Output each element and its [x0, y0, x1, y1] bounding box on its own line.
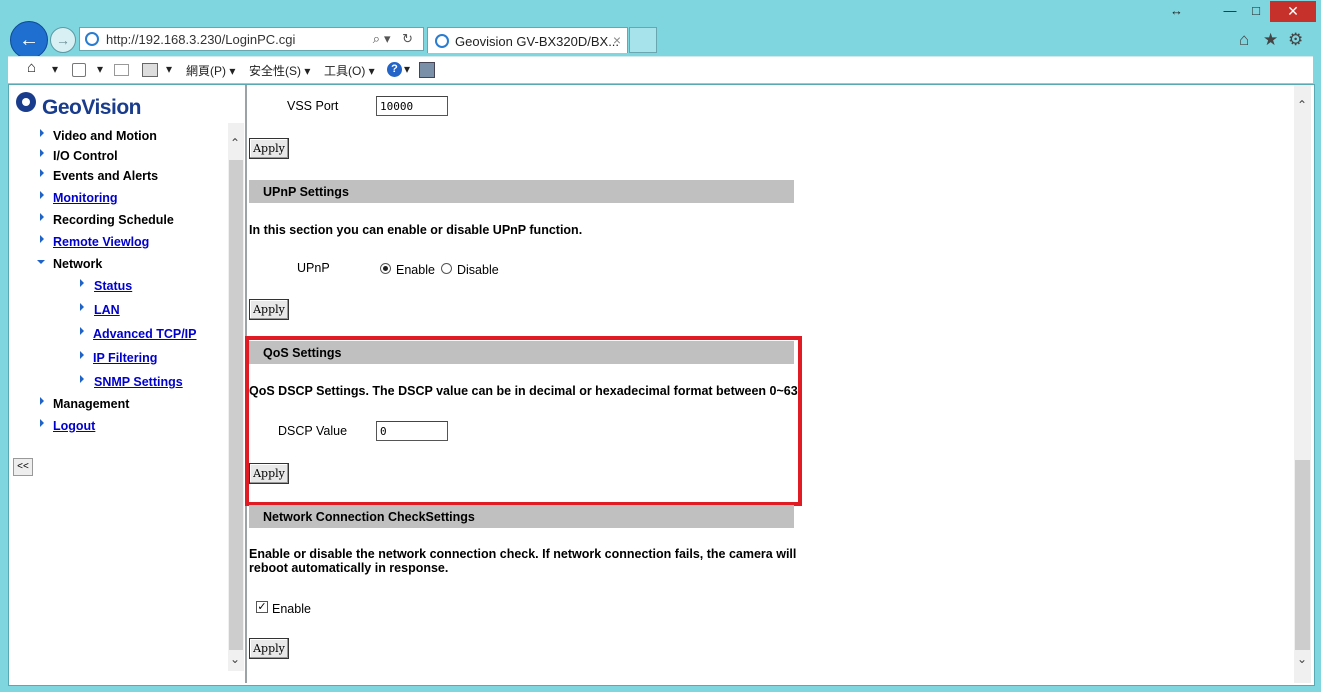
expand-triangle-icon	[40, 235, 44, 243]
upnp-label: UPnP	[297, 261, 330, 275]
tools-menu-label: 工具(O)	[324, 64, 366, 78]
expand-triangle-icon	[80, 375, 84, 383]
close-window-button[interactable]: ✕	[1270, 1, 1316, 22]
upnp-description: In this section you can enable or disabl…	[249, 223, 583, 237]
netcheck-enable-label: Enable	[272, 602, 311, 616]
expand-triangle-icon	[40, 129, 44, 137]
netcheck-enable-checkbox[interactable]: ✓	[256, 601, 268, 613]
resize-icon: ↔	[1170, 3, 1183, 18]
print-dropdown-icon[interactable]: ▾	[166, 62, 172, 76]
sidebar-item-management[interactable]: Management	[53, 397, 129, 411]
sidebar-item-io-control[interactable]: I/O Control	[53, 149, 118, 163]
expand-triangle-icon	[40, 169, 44, 177]
sidebar-item-remote-viewlog[interactable]: Remote Viewlog	[53, 235, 149, 249]
new-tab-button[interactable]	[629, 27, 657, 53]
ie-page-icon	[85, 32, 99, 46]
qos-highlight-box	[245, 336, 802, 506]
upnp-enable-label: Enable	[396, 263, 435, 277]
sidebar-item-recording-schedule[interactable]: Recording Schedule	[53, 213, 174, 227]
main-scroll-thumb[interactable]	[1295, 460, 1310, 650]
settings-icon[interactable]: ⚙	[1288, 30, 1303, 50]
favorites-icon[interactable]: ★	[1263, 30, 1278, 50]
chevron-down-icon: ▾	[304, 64, 311, 78]
expand-triangle-icon	[40, 191, 44, 199]
tab-close-icon[interactable]: ×	[613, 32, 621, 48]
back-button[interactable]: ←	[10, 21, 48, 59]
sidebar-item-video-motion[interactable]: Video and Motion	[53, 129, 157, 143]
ie-tab-icon	[435, 34, 449, 48]
expand-triangle-icon	[80, 303, 84, 311]
sidebar-item-snmp-settings[interactable]: SNMP Settings	[94, 375, 183, 389]
logo-text: GeoVision	[42, 96, 141, 119]
page-menu[interactable]: 網頁(P) ▾	[186, 62, 235, 79]
expand-triangle-icon	[40, 149, 44, 157]
sidebar-item-advanced-tcpip[interactable]: Advanced TCP/IP	[93, 327, 197, 341]
scroll-up-icon[interactable]: ⌃	[1297, 98, 1307, 112]
forward-arrow-icon: →	[56, 32, 70, 48]
chevron-down-icon: ▾	[368, 64, 375, 78]
tab-title: Geovision GV-BX320D/BX...	[455, 34, 620, 49]
help-dropdown-icon[interactable]: ▾	[404, 62, 410, 76]
expand-triangle-icon	[80, 279, 84, 287]
netcheck-description-line2: reboot automatically in response.	[249, 561, 449, 575]
geovision-logo-icon	[16, 92, 36, 112]
netcheck-description-line1: Enable or disable the network connection…	[249, 547, 797, 561]
mail-icon[interactable]	[114, 64, 129, 76]
tab-geovision[interactable]: Geovision GV-BX320D/BX... ×	[427, 27, 628, 53]
home-icon[interactable]: ⌂	[1239, 30, 1249, 50]
upnp-section-header: UPnP Settings	[249, 180, 794, 203]
sidebar-item-network[interactable]: Network	[53, 257, 102, 271]
back-arrow-icon: ←	[19, 28, 39, 51]
apply-button-upnp[interactable]: Apply	[249, 299, 289, 320]
upnp-enable-radio[interactable]	[380, 263, 391, 274]
sidebar-scroll-thumb[interactable]	[229, 160, 243, 650]
checkmark-icon: ✓	[257, 601, 267, 613]
expand-triangle-icon	[80, 351, 84, 359]
address-text[interactable]: http://192.168.3.230/LoginPC.cgi	[106, 32, 295, 47]
feeds-icon[interactable]	[72, 63, 86, 77]
expand-triangle-icon	[40, 419, 44, 427]
address-tools[interactable]: ⌕▾ ↻	[373, 31, 417, 47]
sidebar-item-monitoring[interactable]: Monitoring	[53, 191, 118, 205]
vss-port-label: VSS Port	[287, 99, 339, 113]
apply-button-vss[interactable]: Apply	[249, 138, 289, 159]
forward-button[interactable]: →	[50, 27, 76, 53]
chevron-down-icon: ▾	[229, 64, 236, 78]
sidebar-item-status[interactable]: Status	[94, 279, 132, 293]
tools-menu[interactable]: 工具(O) ▾	[324, 62, 375, 79]
safety-menu-label: 安全性(S)	[249, 64, 301, 78]
scroll-down-icon[interactable]: ⌄	[230, 652, 240, 666]
scroll-down-icon[interactable]: ⌄	[1297, 652, 1307, 666]
expand-triangle-icon	[40, 213, 44, 221]
sidebar-item-logout[interactable]: Logout	[53, 419, 95, 433]
vss-port-input[interactable]	[376, 96, 448, 116]
expand-triangle-icon	[40, 397, 44, 405]
help-icon[interactable]: ?	[387, 62, 402, 77]
collapse-sidebar-button[interactable]: <<	[13, 458, 33, 476]
netcheck-header-text: Network Connection CheckSettings	[263, 510, 475, 524]
home-dropdown-icon[interactable]: ▾	[52, 62, 58, 76]
feeds-dropdown-icon[interactable]: ▾	[97, 62, 103, 76]
sidebar-item-lan[interactable]: LAN	[94, 303, 120, 317]
netcheck-section-header: Network Connection CheckSettings	[249, 505, 794, 528]
collapse-triangle-icon	[37, 260, 45, 264]
address-bar[interactable]: http://192.168.3.230/LoginPC.cgi ⌕▾ ↻	[79, 27, 424, 51]
upnp-header-text: UPnP Settings	[263, 185, 349, 199]
scroll-up-icon[interactable]: ⌃	[230, 136, 240, 150]
safety-menu[interactable]: 安全性(S) ▾	[249, 62, 310, 79]
upnp-disable-label: Disable	[457, 263, 499, 277]
page-menu-label: 網頁(P)	[186, 64, 226, 78]
minimize-button[interactable]: —	[1218, 3, 1242, 21]
research-icon[interactable]	[419, 62, 435, 78]
upnp-disable-radio[interactable]	[441, 263, 452, 274]
sidebar-item-ip-filtering[interactable]: IP Filtering	[93, 351, 157, 365]
print-icon[interactable]	[142, 63, 158, 77]
apply-button-netcheck[interactable]: Apply	[249, 638, 289, 659]
maximize-button[interactable]: □	[1244, 3, 1268, 21]
home-cmd-icon[interactable]: ⌂	[27, 59, 36, 76]
expand-triangle-icon	[80, 327, 84, 335]
sidebar-item-events-alerts[interactable]: Events and Alerts	[53, 169, 158, 183]
